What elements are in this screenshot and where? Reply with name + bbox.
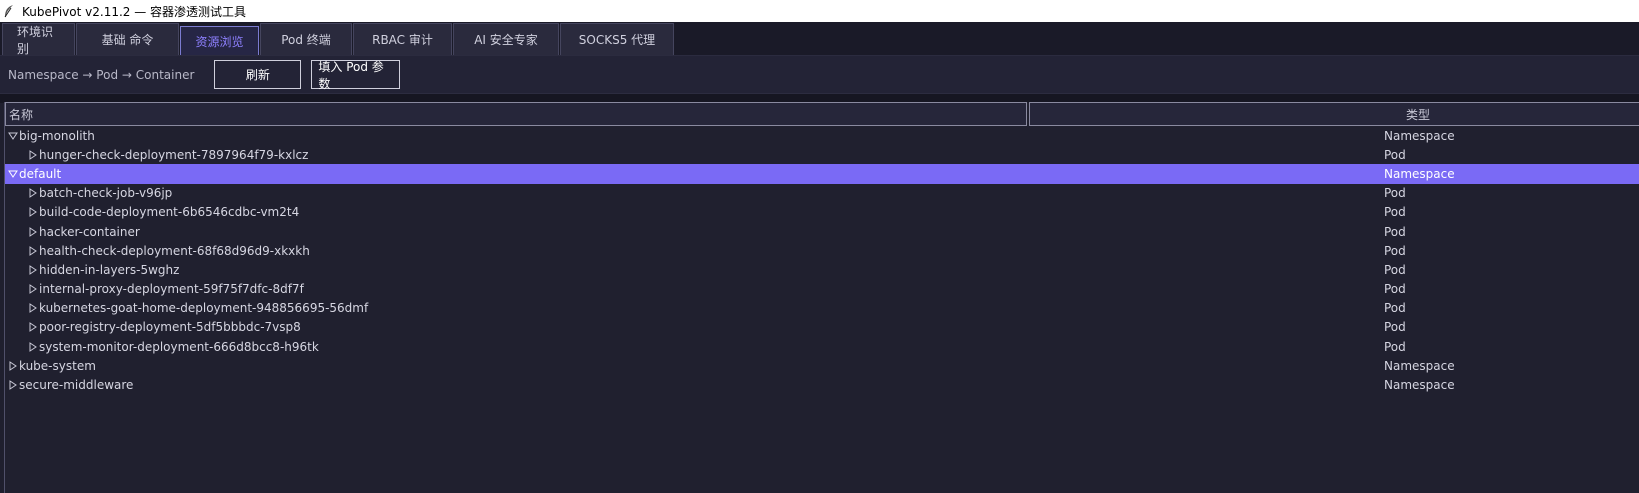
row-type: Pod — [1384, 205, 1406, 220]
pod-row[interactable]: hidden-in-layers-5wghz Pod — [5, 260, 1639, 279]
pod-row[interactable]: health-check-deployment-68f68d96d9-xkxkh… — [5, 241, 1639, 260]
pod-row[interactable]: batch-check-job-v96jp Pod — [5, 184, 1639, 203]
row-type: Pod — [1384, 301, 1406, 316]
pod-row[interactable]: build-code-deployment-6b6546cdbc-vm2t4 Po… — [5, 203, 1639, 222]
row-name: big-monolith — [19, 128, 95, 143]
tab-environment[interactable]: 环境识别 — [2, 23, 75, 56]
row-name: kube-system — [19, 358, 96, 373]
row-type: Pod — [1384, 320, 1406, 335]
row-name: health-check-deployment-68f68d96d9-xkxkh — [39, 243, 310, 258]
column-header-type[interactable]: 类型 — [1029, 102, 1639, 126]
collapsed-arrow-icon[interactable] — [27, 322, 39, 333]
row-type: Pod — [1384, 186, 1406, 201]
row-type: Pod — [1384, 147, 1406, 162]
namespace-row[interactable]: secure-middleware Namespace — [5, 375, 1639, 394]
collapsed-arrow-icon[interactable] — [27, 207, 39, 218]
pod-row[interactable]: hacker-container Pod — [5, 222, 1639, 241]
row-name: internal-proxy-deployment-59f75f7dfc-8df… — [39, 282, 304, 297]
refresh-button[interactable]: 刷新 — [214, 60, 302, 89]
row-name: kubernetes-goat-home-deployment-94885669… — [39, 301, 369, 316]
row-name: build-code-deployment-6b6546cdbc-vm2t4 — [39, 205, 300, 220]
row-name: poor-registry-deployment-5df5bbbdc-7vsp8 — [39, 320, 301, 335]
tree-header: 名称 类型 — [5, 102, 1639, 126]
row-type: Pod — [1384, 224, 1406, 239]
row-type: Namespace — [1384, 166, 1455, 181]
expanded-arrow-icon[interactable] — [7, 170, 19, 178]
row-name: default — [19, 166, 62, 181]
fill-pod-params-button[interactable]: 填入 Pod 参数 — [311, 60, 401, 91]
feather-icon — [2, 4, 16, 18]
namespace-row[interactable]: default Namespace — [5, 164, 1639, 184]
pod-row[interactable]: hunger-check-deployment-7897964f79-kxlcz… — [5, 145, 1639, 164]
tree-rows: big-monolith Namespace hunger-check-deploy… — [5, 126, 1639, 395]
tab-basic-commands[interactable]: 基础 命令 — [76, 23, 179, 55]
tab-bar: 环境识别 基础 命令 资源浏览 Pod 终端 RBAC 审计 AI 安全专家 S… — [0, 22, 1639, 56]
row-name: secure-middleware — [19, 378, 134, 393]
tab-socks5-proxy[interactable]: SOCKS5 代理 — [560, 23, 674, 55]
pod-row[interactable]: poor-registry-deployment-5df5bbbdc-7vsp8… — [5, 318, 1639, 337]
pod-row[interactable]: kubernetes-goat-home-deployment-94885669… — [5, 299, 1639, 318]
row-name: hidden-in-layers-5wghz — [39, 262, 180, 277]
collapsed-arrow-icon[interactable] — [27, 245, 39, 256]
expanded-arrow-icon[interactable] — [7, 132, 19, 140]
collapsed-arrow-icon[interactable] — [27, 341, 39, 352]
window-title: KubePivot v2.11.2 — 容器渗透测试工具 — [22, 4, 247, 19]
collapsed-arrow-icon[interactable] — [7, 380, 19, 390]
breadcrumb-hint: Namespace → Pod → Container — [8, 67, 195, 82]
row-name: batch-check-job-v96jp — [39, 186, 173, 201]
row-name: system-monitor-deployment-666d8bcc8-h96t… — [39, 339, 319, 354]
collapsed-arrow-icon[interactable] — [27, 149, 39, 160]
row-type: Namespace — [1384, 358, 1455, 373]
row-type: Namespace — [1384, 378, 1455, 393]
row-name: hunger-check-deployment-7897964f79-kxlcz — [39, 147, 309, 162]
tab-resource-browser[interactable]: 资源浏览 — [180, 26, 259, 55]
pod-row[interactable]: system-monitor-deployment-666d8bcc8-h96t… — [5, 337, 1639, 356]
collapsed-arrow-icon[interactable] — [27, 303, 39, 314]
column-header-name[interactable]: 名称 — [5, 102, 1027, 126]
row-type: Namespace — [1384, 128, 1455, 143]
resource-tree[interactable]: 名称 类型 big-monolith Namespace hunger-check-… — [4, 102, 1639, 493]
collapsed-arrow-icon[interactable] — [27, 188, 39, 199]
collapsed-arrow-icon[interactable] — [7, 360, 19, 371]
pod-row[interactable]: internal-proxy-deployment-59f75f7dfc-8df… — [5, 280, 1639, 299]
namespace-row[interactable]: kube-system Namespace — [5, 356, 1639, 375]
tab-ai-security-expert[interactable]: AI 安全专家 — [453, 23, 559, 55]
collapsed-arrow-icon[interactable] — [27, 264, 39, 275]
tab-pod-terminal[interactable]: Pod 终端 — [260, 23, 352, 55]
namespace-row[interactable]: big-monolith Namespace — [5, 126, 1639, 145]
row-name: hacker-container — [39, 224, 140, 239]
row-type: Pod — [1384, 339, 1406, 354]
collapsed-arrow-icon[interactable] — [27, 284, 39, 295]
collapsed-arrow-icon[interactable] — [27, 226, 39, 237]
title-bar: KubePivot v2.11.2 — 容器渗透测试工具 — [0, 0, 1639, 22]
tab-rbac-audit[interactable]: RBAC 审计 — [353, 23, 452, 55]
toolbar: Namespace → Pod → Container 刷新 填入 Pod 参数 — [0, 56, 1639, 94]
row-type: Pod — [1384, 262, 1406, 277]
row-type: Pod — [1384, 243, 1406, 258]
row-type: Pod — [1384, 282, 1406, 297]
